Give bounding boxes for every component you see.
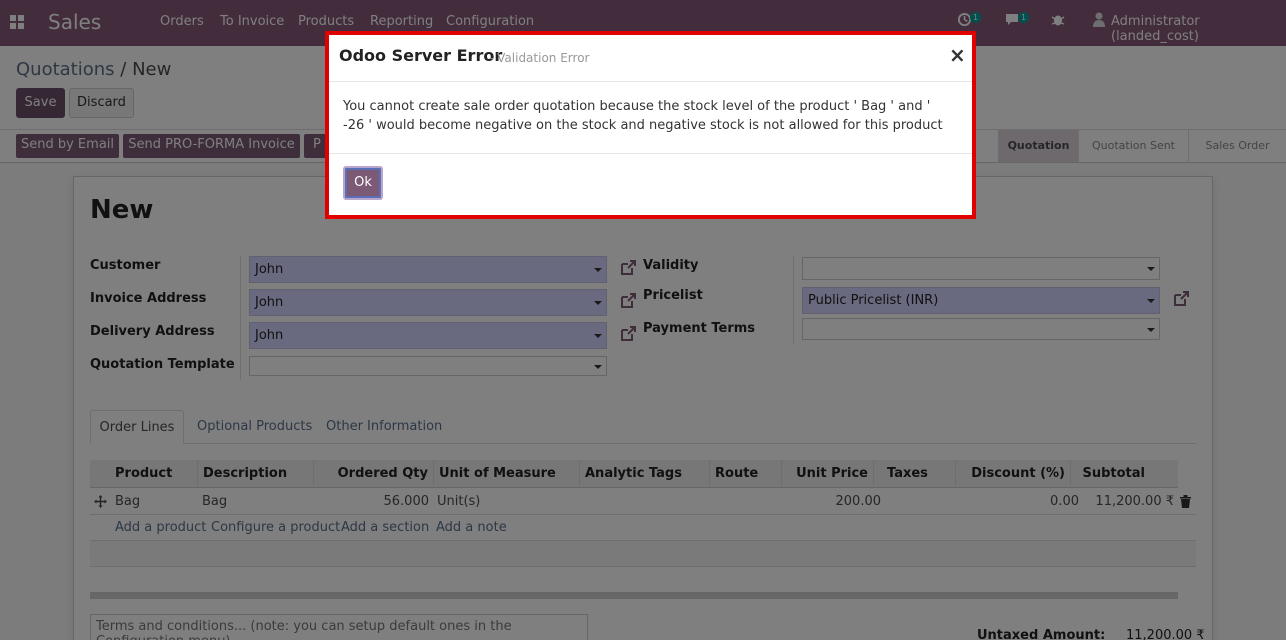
dialog-header: Odoo Server Error - Validation Error × xyxy=(329,35,972,82)
ok-button[interactable]: Ok xyxy=(343,166,383,200)
dialog-subtitle: - Validation Error xyxy=(489,51,590,65)
dialog-footer: Ok xyxy=(329,153,972,219)
dialog-title: Odoo Server Error xyxy=(339,46,503,65)
close-icon[interactable]: × xyxy=(949,43,966,67)
dialog-message: You cannot create sale order quotation b… xyxy=(343,99,943,133)
error-dialog: Odoo Server Error - Validation Error × Y… xyxy=(325,31,976,219)
